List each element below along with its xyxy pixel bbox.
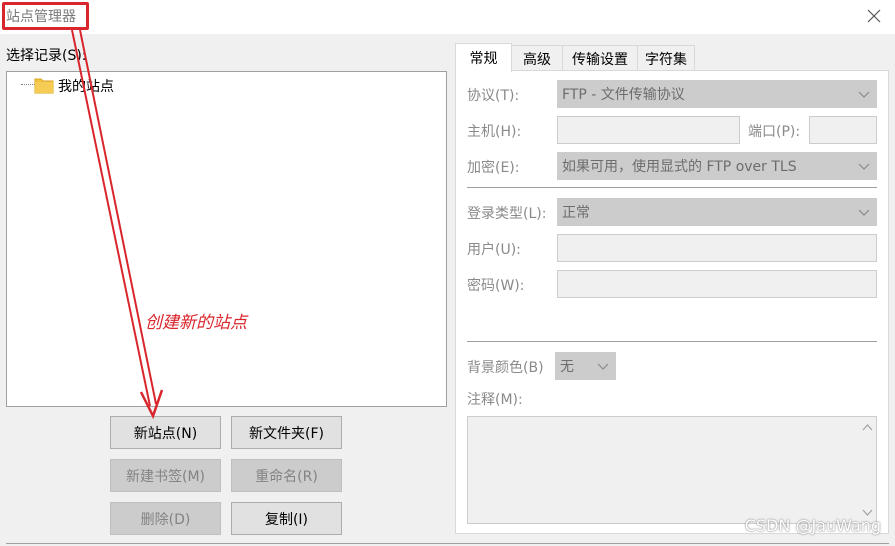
chevron-down-icon	[858, 91, 870, 98]
host-field[interactable]	[557, 116, 740, 144]
encryption-select[interactable]: 如果可用，使用显式的 FTP over TLS	[557, 152, 877, 180]
user-field[interactable]	[557, 234, 877, 262]
tree-item-my-sites[interactable]: 我的站点	[58, 76, 114, 96]
select-entry-label: 选择记录(S):	[6, 48, 87, 64]
tab-transfer-settings[interactable]: 传输设置	[562, 45, 638, 72]
new-folder-button[interactable]: 新文件夹(F)	[231, 416, 342, 449]
tab-general[interactable]: 常规	[455, 43, 512, 72]
port-field[interactable]	[809, 116, 877, 144]
site-tree[interactable]: 我的站点	[6, 71, 447, 407]
chevron-down-icon	[858, 209, 870, 216]
protocol-select[interactable]: FTP - 文件传输协议	[557, 80, 877, 108]
protocol-label: 协议(T):	[467, 88, 520, 104]
close-icon[interactable]	[859, 2, 889, 30]
delete-button[interactable]: 删除(D)	[110, 502, 221, 535]
notes-label: 注释(M):	[467, 392, 523, 408]
logon-type-label: 登录类型(L):	[467, 206, 547, 222]
title-bar: 站点管理器	[0, 0, 895, 34]
new-site-button[interactable]: 新站点(N)	[110, 416, 221, 449]
logon-type-value: 正常	[562, 205, 590, 221]
close-button[interactable]	[859, 2, 889, 30]
password-field[interactable]	[557, 270, 877, 298]
user-label: 用户(U):	[467, 242, 521, 258]
chevron-down-icon	[858, 163, 870, 170]
annotation-text: 创建新的站点	[145, 313, 247, 333]
bottom-divider	[6, 543, 889, 544]
encryption-label: 加密(E):	[467, 160, 520, 176]
port-label: 端口(P):	[748, 124, 801, 140]
copy-button[interactable]: 复制(I)	[231, 502, 342, 535]
password-label: 密码(W):	[467, 278, 525, 294]
notes-textarea[interactable]	[467, 416, 877, 524]
background-color-value: 无	[560, 359, 574, 375]
divider	[467, 341, 877, 342]
notes-scrollbar[interactable]	[859, 417, 876, 523]
title-highlight-box	[2, 2, 89, 30]
chevron-down-icon	[597, 363, 609, 370]
watermark: CSDN @JauWang	[744, 516, 881, 535]
logon-type-select[interactable]: 正常	[557, 198, 877, 226]
tab-advanced[interactable]: 高级	[511, 45, 563, 72]
background-color-select[interactable]: 无	[555, 352, 616, 380]
background-color-label: 背景颜色(B)	[467, 360, 544, 376]
encryption-value: 如果可用，使用显式的 FTP over TLS	[562, 159, 797, 175]
host-label: 主机(H):	[467, 124, 522, 140]
rename-button[interactable]: 重命名(R)	[231, 459, 342, 492]
divider	[467, 187, 877, 188]
scroll-up-icon[interactable]	[859, 419, 876, 436]
folder-icon	[34, 78, 54, 94]
general-panel: 协议(T): FTP - 文件传输协议 主机(H): 端口(P): 加密(E):…	[455, 70, 889, 534]
new-bookmark-button[interactable]: 新建书签(M)	[110, 459, 221, 492]
protocol-value: FTP - 文件传输协议	[562, 87, 685, 103]
tab-charset[interactable]: 字符集	[637, 45, 695, 72]
